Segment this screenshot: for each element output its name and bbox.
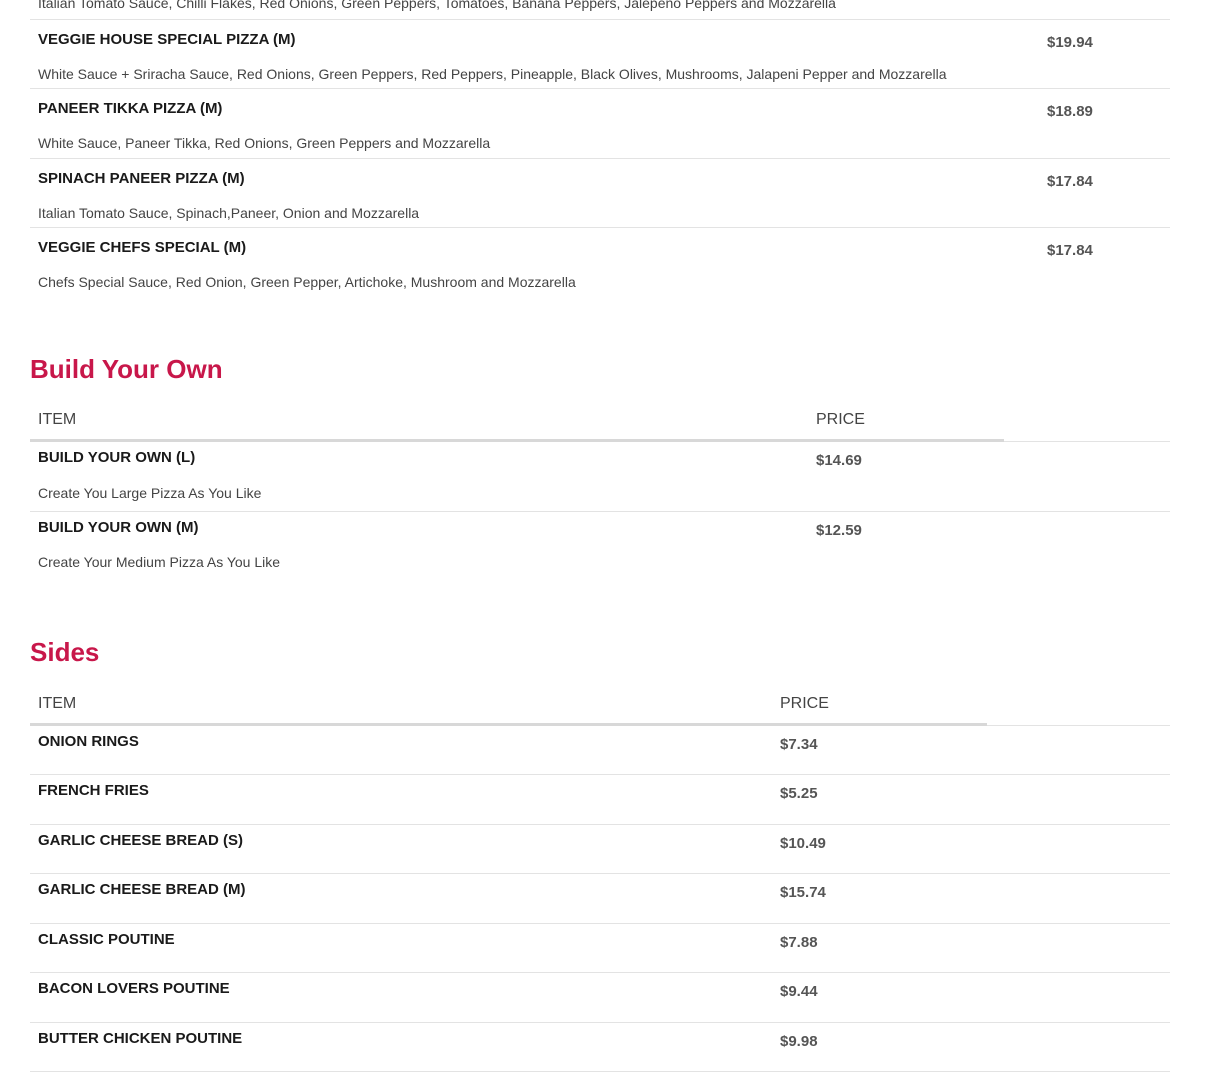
table-row: BACON LOVERS POUTINE $9.44 <box>30 973 1170 1023</box>
item-price: $9.44 <box>780 983 818 1000</box>
item-price: $19.94 <box>1047 34 1093 51</box>
item-price: $7.88 <box>780 934 818 951</box>
item-price: $14.69 <box>816 452 862 469</box>
table-row: Italian Tomato Sauce, Chilli Flakes, Red… <box>30 0 1170 20</box>
item-price: $7.34 <box>780 736 818 753</box>
table-row: SPINACH PANEER PIZZA (M) $17.84 Italian … <box>30 159 1170 228</box>
sides-table: ONION RINGS $7.34 FRENCH FRIES $5.25 GAR… <box>30 726 1170 1072</box>
item-price: $12.59 <box>816 522 862 539</box>
item-name: CLASSIC POUTINE <box>38 931 175 948</box>
section-title-build-your-own: Build Your Own <box>30 354 223 384</box>
item-name: SPINACH PANEER PIZZA (M) <box>38 170 245 187</box>
column-header-item: ITEM <box>38 695 77 712</box>
table-row: GARLIC CHEESE BREAD (S) $10.49 <box>30 825 1170 874</box>
item-name: PANEER TIKKA PIZZA (M) <box>38 100 223 117</box>
item-description: Chefs Special Sauce, Red Onion, Green Pe… <box>38 274 576 290</box>
sides-table-header: ITEM PRICE <box>30 683 1170 726</box>
table-row: CLASSIC POUTINE $7.88 <box>30 924 1170 973</box>
item-name: BACON LOVERS POUTINE <box>38 980 230 997</box>
item-description: Italian Tomato Sauce, Chilli Flakes, Red… <box>38 0 836 11</box>
item-price: $10.49 <box>780 835 826 852</box>
item-name: FRENCH FRIES <box>38 782 149 799</box>
item-price: $18.89 <box>1047 103 1093 120</box>
column-header-price: PRICE <box>780 695 829 712</box>
pizza-table: Italian Tomato Sauce, Chilli Flakes, Red… <box>30 0 1170 298</box>
item-description: Create Your Medium Pizza As You Like <box>38 554 281 570</box>
table-row: BUILD YOUR OWN (M) $12.59 Create Your Me… <box>30 512 1170 582</box>
table-row: BUTTER CHICKEN POUTINE $9.98 <box>30 1023 1170 1072</box>
menu-page: Italian Tomato Sauce, Chilli Flakes, Red… <box>0 0 1210 1081</box>
section-title-sides: Sides <box>30 637 100 667</box>
item-price: $15.74 <box>780 884 826 901</box>
item-price: $5.25 <box>780 785 818 802</box>
item-description: White Sauce, Paneer Tikka, Red Onions, G… <box>38 135 491 151</box>
table-row: ONION RINGS $7.34 <box>30 726 1170 775</box>
item-name: VEGGIE CHEFS SPECIAL (M) <box>38 239 247 256</box>
column-header-item: ITEM <box>38 411 77 428</box>
item-price: $17.84 <box>1047 242 1093 259</box>
item-description: Italian Tomato Sauce, Spinach,Paneer, On… <box>38 205 420 221</box>
column-header-price: PRICE <box>816 411 865 428</box>
build-table: BUILD YOUR OWN (L) $14.69 Create You Lar… <box>30 442 1170 582</box>
build-table-header: ITEM PRICE <box>30 399 1170 442</box>
table-row: VEGGIE CHEFS SPECIAL (M) $17.84 Chefs Sp… <box>30 228 1170 298</box>
item-name: BUILD YOUR OWN (M) <box>38 519 199 536</box>
table-row: PANEER TIKKA PIZZA (M) $18.89 White Sauc… <box>30 89 1170 159</box>
item-description: White Sauce + Sriracha Sauce, Red Onions… <box>38 66 947 82</box>
item-name: ONION RINGS <box>38 733 139 750</box>
table-row: BUILD YOUR OWN (L) $14.69 Create You Lar… <box>30 442 1170 512</box>
table-row: VEGGIE HOUSE SPECIAL PIZZA (M) $19.94 Wh… <box>30 20 1170 89</box>
item-description: Create You Large Pizza As You Like <box>38 485 262 501</box>
item-name: GARLIC CHEESE BREAD (M) <box>38 881 246 898</box>
item-name: BUILD YOUR OWN (L) <box>38 449 196 466</box>
item-price: $17.84 <box>1047 173 1093 190</box>
table-row: GARLIC CHEESE BREAD (M) $15.74 <box>30 874 1170 924</box>
table-row: FRENCH FRIES $5.25 <box>30 775 1170 825</box>
item-price: $9.98 <box>780 1033 818 1050</box>
item-name: BUTTER CHICKEN POUTINE <box>38 1030 243 1047</box>
item-name: VEGGIE HOUSE SPECIAL PIZZA (M) <box>38 31 296 48</box>
item-name: GARLIC CHEESE BREAD (S) <box>38 832 244 849</box>
